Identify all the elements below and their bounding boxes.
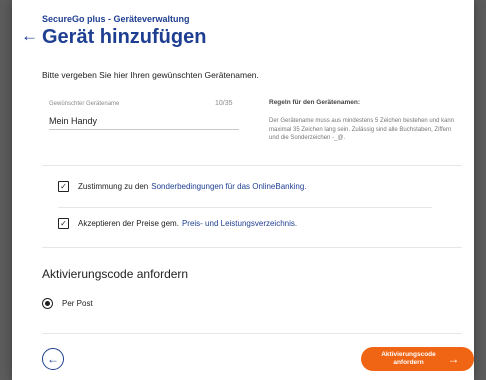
page-title: Gerät hinzufügen — [42, 26, 207, 48]
arrow-left-icon[interactable]: ← — [21, 26, 38, 46]
divider — [58, 207, 432, 208]
checkbox-checked-icon[interactable]: ✓ — [58, 181, 69, 192]
divider — [42, 247, 462, 248]
divider — [42, 165, 462, 166]
breadcrumb: SecureGo plus - Geräteverwaltung — [42, 14, 190, 24]
conditions-link[interactable]: Sonderbedingungen für das OnlineBanking. — [151, 182, 306, 191]
device-name-counter: 10/35 — [215, 100, 233, 107]
consent-row-prices[interactable]: ✓ Akzeptieren der Preise gem. Preis- und… — [58, 218, 297, 229]
arrow-right-icon: → — [447, 352, 460, 366]
rules-title: Regeln für den Gerätenamen: — [269, 99, 361, 106]
device-name-label: Gewünschter Gerätename — [49, 101, 120, 107]
consent-text: Zustimmung zu den — [78, 182, 149, 191]
consent-text: Akzeptieren der Preise gem. — [78, 219, 179, 228]
intro-text: Bitte vergeben Sie hier Ihren gewünschte… — [42, 70, 259, 80]
dialog-card: SecureGo plus - Geräteverwaltung ← Gerät… — [12, 0, 474, 380]
radio-option-post[interactable]: Per Post — [42, 298, 93, 309]
activation-title: Aktivierungscode anfordern — [42, 267, 189, 281]
consent-row-conditions[interactable]: ✓ Zustimmung zu den Sonderbedingungen fü… — [58, 181, 307, 192]
prices-link[interactable]: Preis- und Leistungsverzeichnis. — [182, 219, 297, 228]
rules-text: Der Gerätename muss aus mindestens 5 Zei… — [269, 118, 455, 141]
radio-selected-icon[interactable] — [42, 298, 53, 309]
divider — [42, 333, 462, 334]
circle-arrow-left-icon[interactable]: ← — [42, 348, 64, 370]
request-activation-code-button[interactable]: Aktivierungscode anfordern → — [361, 347, 474, 371]
button-label: Aktivierungscode anfordern — [381, 351, 436, 366]
radio-label: Per Post — [62, 299, 93, 308]
checkbox-checked-icon[interactable]: ✓ — [58, 218, 69, 229]
device-name-input[interactable] — [49, 113, 239, 130]
